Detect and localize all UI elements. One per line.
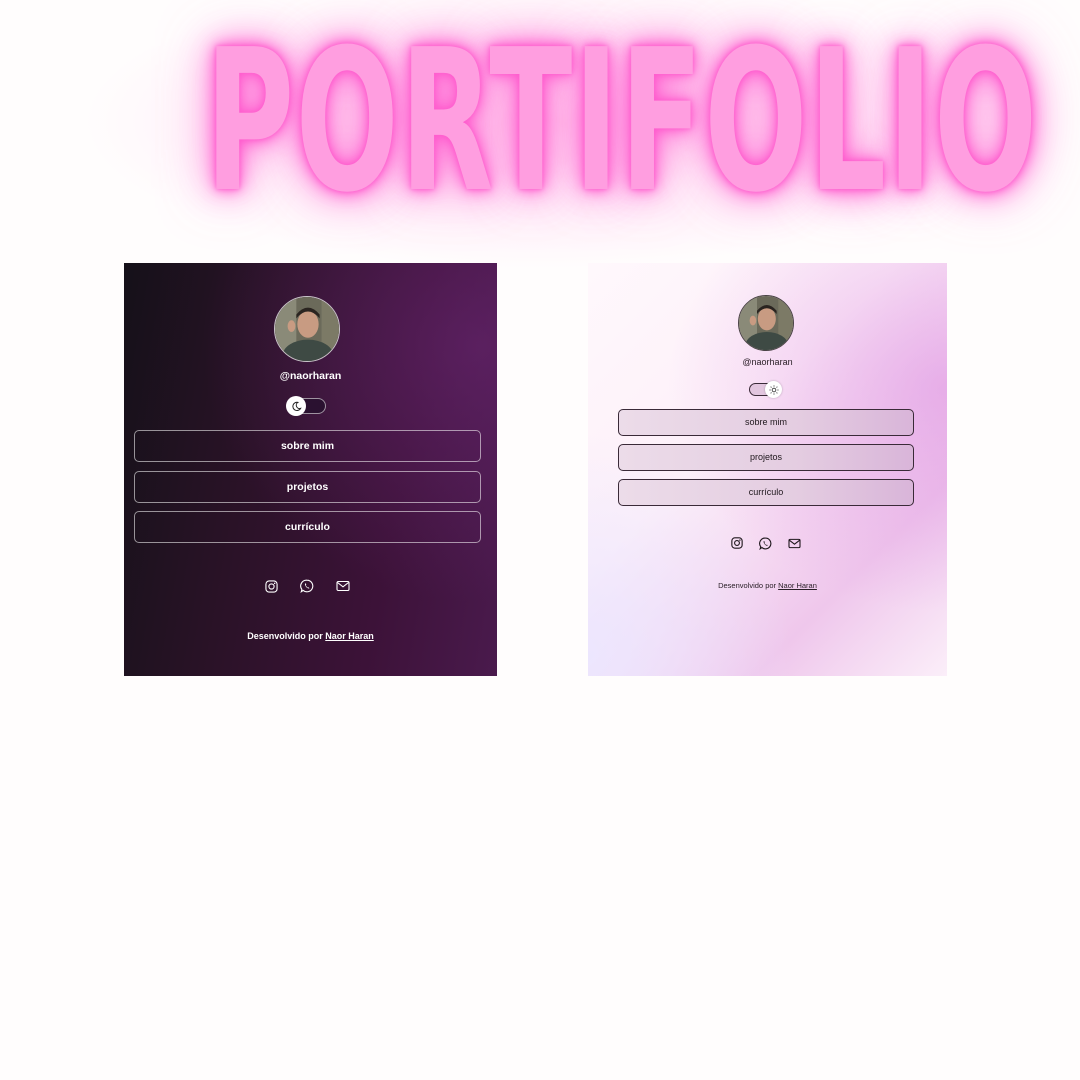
- social-links: [265, 578, 350, 594]
- theme-toggle[interactable]: [286, 396, 326, 416]
- hero-title: PORTIFOLIO: [205, 8, 1039, 236]
- projects-button[interactable]: projetos: [618, 444, 914, 471]
- username-handle: @naorharan: [742, 357, 793, 367]
- avatar: [274, 296, 340, 362]
- avatar: [738, 295, 794, 351]
- footer-prefix: Desenvolvido por: [718, 581, 777, 590]
- moon-icon: [291, 401, 302, 411]
- author-link[interactable]: Naor Haran: [778, 581, 817, 590]
- projects-button[interactable]: projetos: [134, 471, 481, 503]
- footer-credit: Desenvolvido por Naor Haran: [124, 631, 497, 641]
- footer-prefix: Desenvolvido por: [247, 631, 323, 641]
- light-theme-preview: @naorharan sobre mim projetos currículo: [588, 263, 947, 676]
- whatsapp-icon[interactable]: [759, 536, 772, 550]
- resume-button[interactable]: currículo: [618, 479, 914, 506]
- sun-icon: [768, 384, 779, 395]
- social-links: [731, 536, 801, 550]
- about-me-button[interactable]: sobre mim: [618, 409, 914, 436]
- dark-theme-preview: @naorharan sobre mim projetos currículo …: [124, 263, 497, 676]
- mail-icon[interactable]: [336, 578, 350, 594]
- about-me-button[interactable]: sobre mim: [134, 430, 481, 462]
- username-handle: @naorharan: [279, 370, 342, 382]
- instagram-icon[interactable]: [265, 578, 278, 594]
- footer-credit: Desenvolvido por Naor Haran: [588, 581, 947, 590]
- profile-photo: [275, 297, 339, 361]
- toggle-knob: [286, 396, 306, 416]
- author-link[interactable]: Naor Haran: [325, 631, 374, 641]
- theme-toggle[interactable]: [749, 381, 782, 398]
- toggle-knob: [765, 381, 782, 398]
- mail-icon[interactable]: [788, 536, 801, 550]
- resume-button[interactable]: currículo: [134, 511, 481, 543]
- instagram-icon[interactable]: [731, 536, 743, 550]
- profile-photo: [739, 296, 793, 350]
- whatsapp-icon[interactable]: [300, 578, 314, 594]
